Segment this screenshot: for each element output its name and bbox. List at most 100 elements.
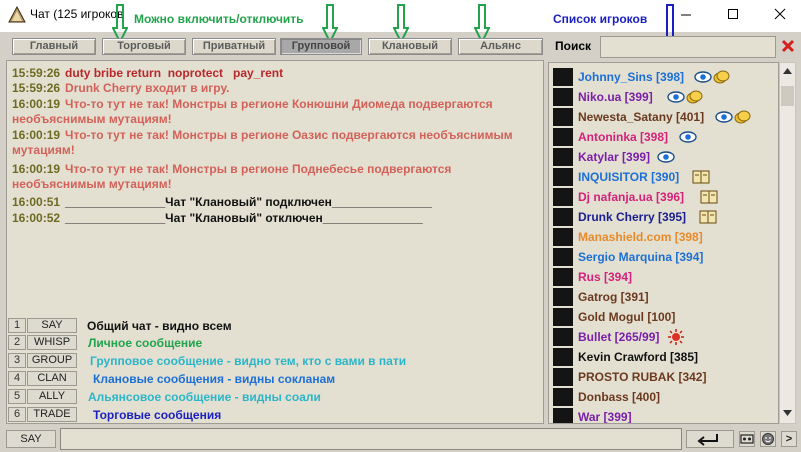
player-name: Kevin Crawford [385] bbox=[578, 350, 699, 364]
player-name: Manashield.com [398] bbox=[578, 230, 703, 244]
channel-number: 1 bbox=[8, 318, 26, 333]
player-avatar bbox=[553, 208, 573, 226]
message-time: 16:00:52 bbox=[12, 211, 61, 225]
player-row[interactable]: Bullet [265/99] bbox=[551, 327, 778, 347]
player-row[interactable]: PROSTO RUBAK [342] bbox=[551, 367, 778, 387]
channel-group-button[interactable]: GROUP bbox=[27, 353, 77, 368]
player-name: INQUISITOR [390] bbox=[578, 170, 680, 184]
player-avatar bbox=[553, 388, 573, 406]
sun-icon bbox=[668, 329, 684, 345]
chat-message: 16:00:19 Что-то тут не так! Монстры в рег… bbox=[12, 128, 540, 158]
tab-main[interactable]: Главный bbox=[12, 38, 96, 55]
channel-clan-button[interactable]: CLAN bbox=[27, 371, 77, 386]
cassette-icon bbox=[740, 434, 754, 444]
channel-description: Клановые сообщения - видны сокланам bbox=[93, 372, 336, 386]
player-avatar bbox=[553, 88, 573, 106]
message-text: Что-то тут не так! Монстры в регионе Оаз… bbox=[12, 128, 513, 157]
channel-say-button[interactable]: SAY bbox=[27, 318, 77, 333]
player-row[interactable]: Manashield.com [398] bbox=[551, 227, 778, 247]
players-annotation: Список игроков bbox=[553, 12, 648, 26]
player-avatar bbox=[553, 348, 573, 366]
message-time: 16:00:51 bbox=[12, 195, 61, 209]
tab-trade[interactable]: Торговый bbox=[102, 38, 186, 55]
tab-alliance[interactable]: Альянс bbox=[458, 38, 543, 55]
channel-number: 3 bbox=[8, 353, 26, 368]
clear-search-icon[interactable] bbox=[780, 38, 796, 54]
chat-tabs: Главный Торговый Приватный Групповой Кла… bbox=[6, 36, 543, 58]
player-name: Donbass [400] bbox=[578, 390, 661, 404]
app-icon bbox=[8, 6, 26, 23]
tab-clan[interactable]: Клановый bbox=[368, 38, 452, 55]
coins-icon bbox=[734, 110, 751, 124]
channel-number: 4 bbox=[8, 371, 26, 386]
player-row[interactable]: Johnny_Sins [398] bbox=[551, 67, 778, 87]
player-name: Katylar [399] bbox=[578, 150, 651, 164]
cassette-button[interactable] bbox=[739, 431, 755, 447]
player-avatar bbox=[553, 188, 573, 206]
maximize-icon bbox=[728, 9, 738, 19]
player-row[interactable]: INQUISITOR [390] bbox=[551, 167, 778, 187]
player-avatar bbox=[553, 68, 573, 86]
player-avatar bbox=[553, 108, 573, 126]
channel-ally-button[interactable]: ALLY bbox=[27, 389, 77, 404]
channel-description: Групповое сообщение - видно тем, кто с в… bbox=[90, 354, 407, 368]
player-avatar bbox=[553, 288, 573, 306]
player-avatar bbox=[553, 148, 573, 166]
close-button[interactable] bbox=[760, 2, 800, 26]
eye-icon bbox=[715, 111, 733, 123]
channel-whisp-button[interactable]: WHISP bbox=[27, 335, 77, 350]
player-row[interactable]: Donbass [400] bbox=[551, 387, 778, 407]
tab-private[interactable]: Приватный bbox=[192, 38, 276, 55]
player-row[interactable]: Drunk Cherry [395] bbox=[551, 207, 778, 227]
player-name: Bullet [265/99] bbox=[578, 330, 660, 344]
say-channel-button[interactable]: SAY bbox=[6, 430, 56, 448]
next-button[interactable]: > bbox=[781, 431, 797, 447]
player-row[interactable]: War [399] bbox=[551, 407, 778, 423]
player-avatar bbox=[553, 328, 573, 346]
player-row[interactable]: Rus [394] bbox=[551, 267, 778, 287]
chat-message: 15:59:26 Drunk Cherry входит в игру. bbox=[12, 81, 540, 96]
search-input[interactable] bbox=[600, 36, 776, 58]
scroll-up-icon[interactable] bbox=[783, 68, 792, 74]
maximize-button[interactable] bbox=[713, 2, 753, 26]
chat-input[interactable] bbox=[60, 428, 682, 450]
player-row[interactable]: Antoninka [398] bbox=[551, 127, 778, 147]
chat-message: 16:00:19 Что-то тут не так! Монстры в рег… bbox=[12, 162, 540, 192]
player-row[interactable]: Gatrog [391] bbox=[551, 287, 778, 307]
smiley-button[interactable] bbox=[760, 431, 776, 447]
input-bar: SAY > bbox=[0, 428, 801, 452]
eye-icon bbox=[679, 131, 697, 143]
player-row[interactable]: Gold Mogul [100] bbox=[551, 307, 778, 327]
channel-number: 5 bbox=[8, 389, 26, 404]
player-row[interactable]: Dj nafanja.ua [396] bbox=[551, 187, 778, 207]
player-row[interactable]: Kevin Crawford [385] bbox=[551, 347, 778, 367]
player-name: Niko.ua [399] bbox=[578, 90, 653, 104]
scroll-down-icon[interactable] bbox=[783, 410, 792, 416]
player-name: Johnny_Sins [398] bbox=[578, 70, 685, 84]
send-button[interactable] bbox=[686, 430, 734, 448]
scrollbar-thumb[interactable] bbox=[781, 86, 794, 106]
tab-group[interactable]: Групповой bbox=[280, 38, 362, 55]
eye-icon bbox=[694, 71, 712, 83]
player-name: Sergio Marquina [394] bbox=[578, 250, 704, 264]
message-time: 16:00:19 bbox=[12, 97, 61, 111]
chat-message: 16:00:51 _______________Чат "Клановый" по… bbox=[12, 195, 540, 210]
player-row[interactable]: Sergio Marquina [394] bbox=[551, 247, 778, 267]
player-avatar bbox=[553, 168, 573, 186]
channel-trade-button[interactable]: TRADE bbox=[27, 407, 77, 422]
player-list: Johnny_Sins [398] Niko.ua [399] Newesta_… bbox=[548, 62, 779, 424]
channel-description: Общий чат - видно всем bbox=[87, 319, 232, 333]
message-text: Что-то тут не так! Монстры в регионе Кон… bbox=[12, 97, 493, 126]
player-avatar bbox=[553, 408, 573, 423]
message-text: Что-то тут не так! Монстры в регионе Под… bbox=[12, 162, 452, 191]
minimize-icon bbox=[681, 14, 691, 16]
player-list-scrollbar[interactable] bbox=[779, 62, 796, 424]
player-name: Antoninka [398] bbox=[578, 130, 669, 144]
player-avatar bbox=[553, 308, 573, 326]
player-avatar bbox=[553, 228, 573, 246]
smiley-icon bbox=[762, 433, 774, 445]
player-name: Gold Mogul [100] bbox=[578, 310, 676, 324]
player-name: Drunk Cherry [395] bbox=[578, 210, 687, 224]
player-name: PROSTO RUBAK [342] bbox=[578, 370, 707, 384]
player-row[interactable]: Niko.ua [399] bbox=[551, 87, 778, 107]
